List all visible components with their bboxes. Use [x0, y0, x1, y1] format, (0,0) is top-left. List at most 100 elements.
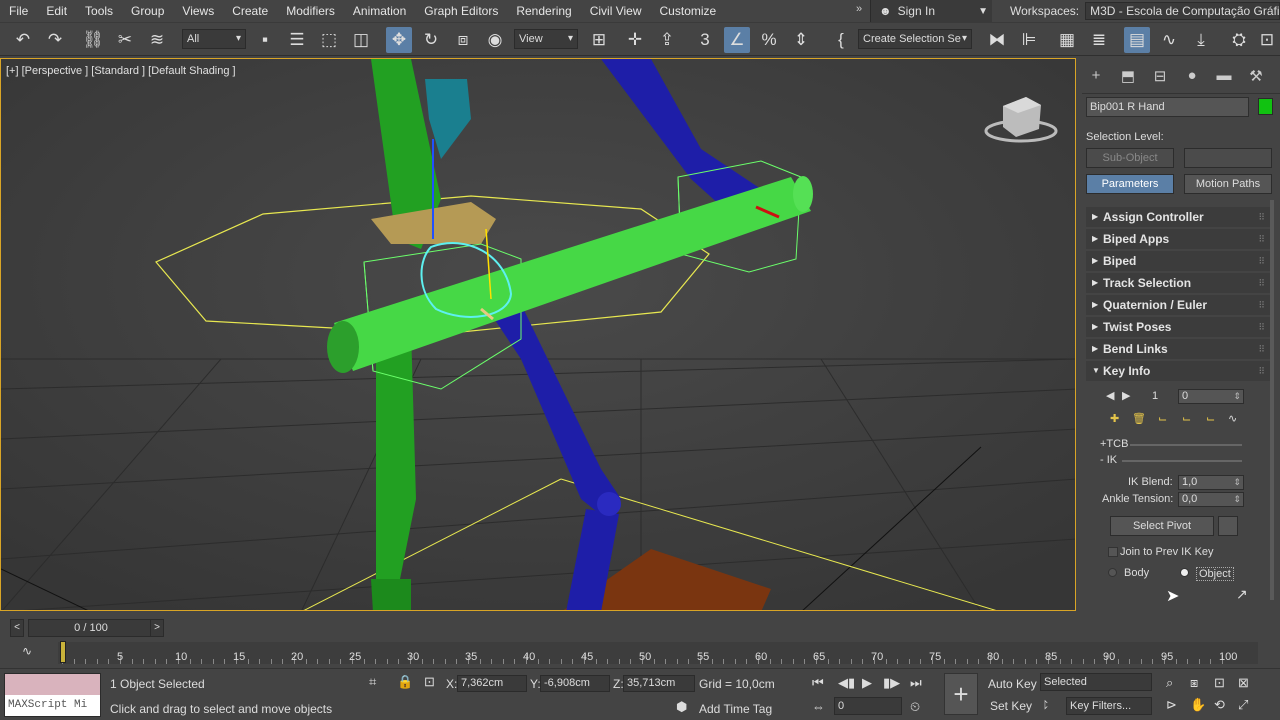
align-icon[interactable]: ⊫ [1016, 27, 1042, 53]
parameters-tab[interactable]: Parameters [1086, 174, 1174, 194]
viewport-scene[interactable] [1, 59, 1076, 611]
zoom-extents-icon[interactable]: ⊡ [1214, 675, 1225, 691]
spinner-snap-icon[interactable]: ⇕ [788, 27, 814, 53]
motion-tab-icon[interactable]: ● [1182, 67, 1202, 87]
edit-named-selection-icon[interactable]: { [828, 27, 854, 53]
viewport-label[interactable]: [+] [Perspective ] [Standard ] [Default … [6, 65, 236, 77]
menu-overflow-icon[interactable]: » [856, 3, 862, 15]
menu-create[interactable]: Create [223, 0, 277, 22]
key-filters-button[interactable]: Key Filters... [1066, 697, 1152, 715]
y-coordinate-field[interactable]: -6,908cm [540, 675, 610, 692]
current-frame-field[interactable]: 0 [834, 697, 902, 715]
maxscript-top[interactable] [5, 674, 100, 695]
maxscript-input[interactable]: MAXScript Mi [5, 695, 100, 716]
motion-paths-tab[interactable]: Motion Paths [1184, 174, 1272, 194]
unlink-icon[interactable]: ✂ [112, 27, 138, 53]
expand-arrow-icon[interactable]: ↗ [1236, 586, 1248, 603]
menu-animation[interactable]: Animation [344, 0, 415, 22]
schematic-view-icon[interactable]: ⤓ [1188, 27, 1214, 53]
time-slider[interactable]: 0 / 100 [28, 619, 154, 637]
modify-tab-icon[interactable]: ⬒ [1118, 67, 1138, 87]
rollout-key-info[interactable]: ▼ Key Info ⠿ [1086, 361, 1270, 381]
auto-key-button[interactable]: Auto Key [988, 677, 1037, 691]
undo-icon[interactable]: ↶ [10, 27, 36, 53]
ik-label[interactable]: - IK [1100, 454, 1117, 466]
material-editor-icon[interactable]: ⛭ [1226, 27, 1252, 53]
object-name-field[interactable]: Bip001 R Hand [1086, 97, 1249, 117]
next-key-icon[interactable]: ▶ [1122, 389, 1130, 402]
x-coordinate-field[interactable]: 7,362cm [457, 675, 527, 692]
perspective-viewport[interactable]: [+] [Perspective ] [Standard ] [Default … [0, 58, 1076, 611]
mini-curve-editor-icon[interactable]: ∿ [22, 644, 32, 658]
menu-file[interactable]: File [0, 0, 37, 22]
select-pivot-button[interactable]: Select Pivot [1110, 516, 1214, 536]
rollout-biped[interactable]: ▶ Biped ⠿ [1086, 251, 1270, 271]
window-crossing-icon[interactable]: ◫ [348, 27, 374, 53]
zoom-all-icon[interactable]: ⧆ [1190, 675, 1198, 691]
reference-coordinate-dropdown[interactable]: View [514, 29, 578, 49]
sub-object-button[interactable]: Sub-Object [1086, 148, 1174, 168]
set-key-icon[interactable]: ✚ [1110, 412, 1119, 425]
time-slider-marker[interactable] [60, 641, 66, 663]
maximize-viewport-icon[interactable]: ⤢ [1238, 697, 1248, 713]
menu-views[interactable]: Views [173, 0, 223, 22]
add-time-tag[interactable]: Add Time Tag [699, 702, 772, 716]
selection-set-dropdown[interactable]: Selected [1040, 673, 1152, 691]
delete-key-icon[interactable]: 🗑 [1132, 412, 1146, 425]
redo-icon[interactable]: ↷ [42, 27, 68, 53]
pan-icon[interactable]: ✋ [1190, 697, 1206, 713]
ribbon-toggle-icon[interactable]: ▤ [1124, 27, 1150, 53]
tcb-label[interactable]: +TCB [1100, 438, 1128, 450]
bind-space-warp-icon[interactable]: ≋ [144, 27, 170, 53]
percent-snap-icon[interactable]: % [756, 27, 782, 53]
ik-blend-spinner[interactable]: 1,0 [1178, 475, 1244, 490]
snaps-toggle-icon[interactable]: 3 [692, 27, 718, 53]
key-time-spinner[interactable]: 0 [1178, 389, 1244, 404]
rollout-biped-apps[interactable]: ▶ Biped Apps ⠿ [1086, 229, 1270, 249]
go-to-end-icon[interactable]: ⏭ [910, 675, 922, 691]
select-and-place-icon[interactable]: ◉ [482, 27, 508, 53]
zoom-extents-all-icon[interactable]: ⊠ [1238, 675, 1249, 691]
select-and-rotate-icon[interactable]: ↻ [418, 27, 444, 53]
time-tag-icon[interactable]: ⬢ [676, 699, 687, 715]
create-tab-icon[interactable]: + [1086, 67, 1106, 87]
menu-tools[interactable]: Tools [76, 0, 122, 22]
rollout-assign-controller[interactable]: ▶ Assign Controller ⠿ [1086, 207, 1270, 227]
rectangular-selection-icon[interactable]: ⬚ [316, 27, 342, 53]
join-prev-ik-key-checkbox[interactable] [1108, 547, 1118, 557]
menu-rendering[interactable]: Rendering [507, 0, 580, 22]
body-radio[interactable] [1108, 568, 1117, 577]
menu-customize[interactable]: Customize [651, 0, 726, 22]
angle-snap-icon[interactable]: ∠ [724, 27, 750, 53]
orbit-icon[interactable]: ⟲ [1214, 697, 1225, 713]
field-of-view-icon[interactable]: ⊳ [1166, 697, 1177, 713]
set-key-button[interactable]: Set Key [990, 699, 1032, 713]
next-frame-icon[interactable]: ▮▶ [883, 675, 900, 691]
object-color-swatch[interactable] [1258, 98, 1273, 115]
select-object-icon[interactable]: ▪ [252, 27, 278, 53]
hierarchy-tab-icon[interactable]: ⊟ [1150, 67, 1170, 87]
absolute-offset-icon[interactable]: ⊡ [424, 674, 435, 690]
sub-object-dropdown[interactable] [1184, 148, 1272, 168]
isolate-selection-icon[interactable]: ⌗ [369, 674, 376, 690]
prev-frame-arrow[interactable]: < [10, 619, 24, 637]
set-planted-key-icon[interactable]: ⌙ [1158, 412, 1167, 425]
rollout-track-selection[interactable]: ▶ Track Selection ⠿ [1086, 273, 1270, 293]
select-by-name-icon[interactable]: ☰ [284, 27, 310, 53]
selection-filter-dropdown[interactable]: All [182, 29, 246, 49]
sign-in-button[interactable]: ☻ Sign In ▼ [870, 0, 992, 22]
select-and-move-icon[interactable]: ✥ [386, 27, 412, 53]
workspace-dropdown[interactable]: M3D - Escola de Computação Gráfica [1085, 2, 1280, 20]
rollout-quaternion-euler[interactable]: ▶ Quaternion / Euler ⠿ [1086, 295, 1270, 315]
z-coordinate-field[interactable]: 35,713cm [623, 675, 695, 692]
play-icon[interactable]: ▶ [862, 675, 872, 691]
curve-editor-icon[interactable]: ∿ [1156, 27, 1182, 53]
timeline-track[interactable]: 5 10 15 20 25 30 35 40 45 50 55 60 65 70 75 80 85 90 95 100 [58, 642, 1258, 664]
trajectories-icon[interactable]: ∿ [1228, 412, 1237, 425]
menu-modifiers[interactable]: Modifiers [277, 0, 344, 22]
link-icon[interactable]: ⛓ [80, 27, 106, 53]
command-panel-scrollbar[interactable] [1270, 200, 1274, 600]
set-keys-icon[interactable]: + [944, 673, 978, 715]
scene-explorer-icon[interactable]: ▦ [1054, 27, 1080, 53]
rollout-twist-poses[interactable]: ▶ Twist Poses ⠿ [1086, 317, 1270, 337]
